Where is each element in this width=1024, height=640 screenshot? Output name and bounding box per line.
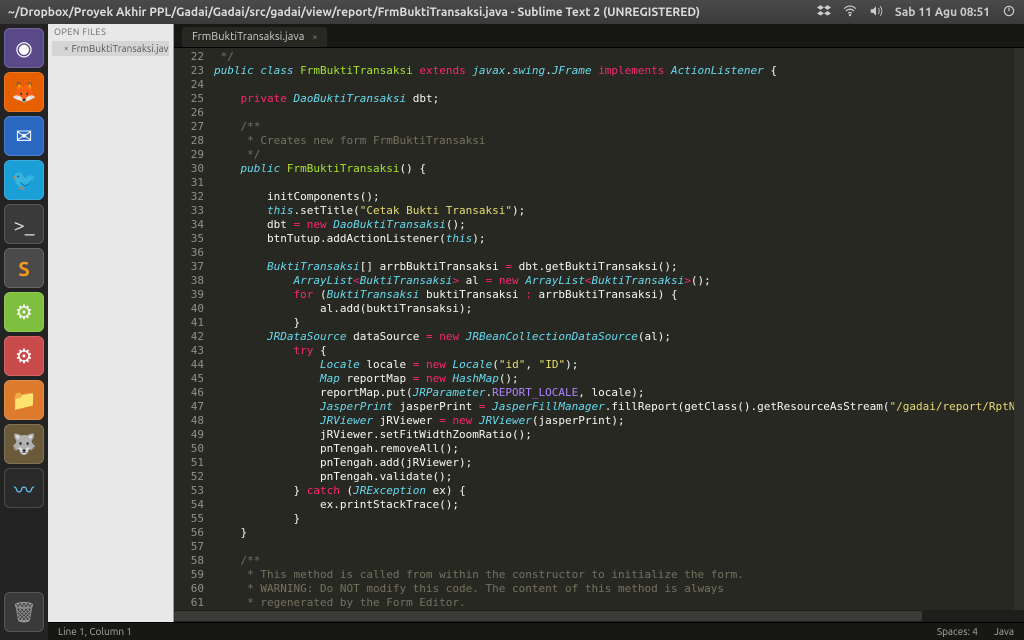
wifi-icon[interactable]	[843, 4, 857, 21]
scrollbar-thumb[interactable]	[174, 611, 922, 621]
launcher-app-red[interactable]: ⚙	[4, 336, 44, 376]
launcher-thunderbird[interactable]: ✉	[4, 116, 44, 156]
horizontal-scrollbar[interactable]	[174, 610, 1024, 622]
launcher-sublime[interactable]: S	[4, 248, 44, 288]
editor-area: FrmBuktiTransaksi.java × 22 23 24 25 26 …	[174, 24, 1024, 622]
launcher-files[interactable]: 📁	[4, 380, 44, 420]
minimap[interactable]	[1014, 48, 1024, 610]
sublime-window: OPEN FILES × FrmBuktiTransaksi.jav FrmBu…	[48, 24, 1024, 640]
launcher-app-blue[interactable]: 🐦	[4, 160, 44, 200]
launcher-monitor[interactable]: 〰	[4, 468, 44, 508]
launcher-dash[interactable]: ◉	[4, 28, 44, 68]
system-indicators: Sab 11 Agu 08:51	[817, 4, 1016, 21]
status-position[interactable]: Line 1, Column 1	[58, 626, 937, 637]
tab-close-icon[interactable]: ×	[312, 32, 317, 42]
close-file-icon[interactable]: ×	[64, 44, 69, 53]
sidebar: OPEN FILES × FrmBuktiTransaksi.jav	[48, 24, 174, 622]
status-spaces[interactable]: Spaces: 4	[937, 626, 978, 637]
workspace: OPEN FILES × FrmBuktiTransaksi.jav FrmBu…	[48, 24, 1024, 622]
code-editor[interactable]: 22 23 24 25 26 27 28 29 30 31 32 33 34 3…	[174, 48, 1024, 610]
tab-label: FrmBuktiTransaksi.java	[192, 31, 304, 43]
launcher-app-green[interactable]: ⚙	[4, 292, 44, 332]
system-top-bar: ~/Dropbox/Proyek Akhir PPL/Gadai/Gadai/s…	[0, 0, 1024, 24]
unity-launcher: ◉ 🦊 ✉ 🐦 >_ S ⚙ ⚙ 📁 🐺 〰 🗑	[0, 24, 48, 640]
dropbox-icon[interactable]	[817, 4, 831, 21]
window-title: ~/Dropbox/Proyek Akhir PPL/Gadai/Gadai/s…	[8, 6, 817, 19]
volume-icon[interactable]	[869, 4, 883, 21]
sidebar-file-item[interactable]: × FrmBuktiTransaksi.jav	[52, 41, 169, 56]
launcher-terminal[interactable]: >_	[4, 204, 44, 244]
tab-active[interactable]: FrmBuktiTransaksi.java ×	[182, 27, 327, 47]
status-bar: Line 1, Column 1 Spaces: 4 Java	[48, 622, 1024, 640]
launcher-firefox[interactable]: 🦊	[4, 72, 44, 112]
launcher-gimp[interactable]: 🐺	[4, 424, 44, 464]
code-content[interactable]: */ public class FrmBuktiTransaksi extend…	[210, 48, 1014, 610]
status-language[interactable]: Java	[994, 626, 1014, 637]
line-gutter: 22 23 24 25 26 27 28 29 30 31 32 33 34 3…	[174, 48, 210, 610]
tab-bar: FrmBuktiTransaksi.java ×	[174, 24, 1024, 48]
power-icon[interactable]	[1002, 4, 1016, 21]
sidebar-section-title: OPEN FILES	[48, 24, 173, 40]
clock[interactable]: Sab 11 Agu 08:51	[895, 6, 990, 19]
launcher-trash[interactable]: 🗑	[4, 592, 44, 632]
sidebar-file-label: FrmBuktiTransaksi.jav	[72, 43, 169, 54]
